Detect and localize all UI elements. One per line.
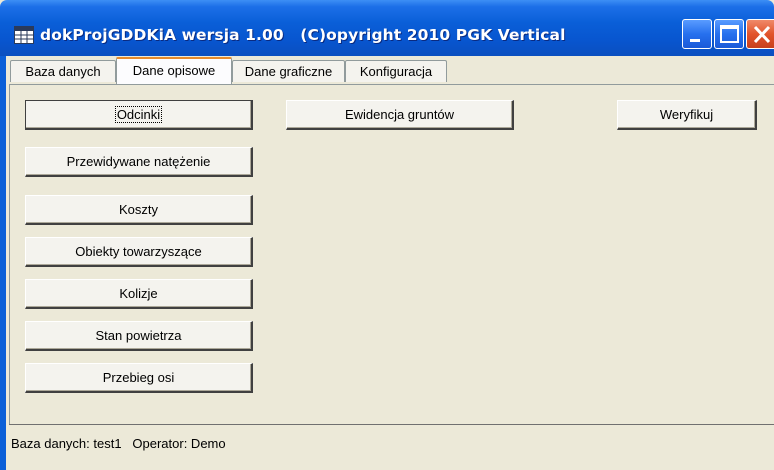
koszty-button[interactable]: Koszty [25,195,253,225]
maximize-icon [720,25,739,43]
weryfikuj-button[interactable]: Weryfikuj [617,100,757,130]
odcinki-button[interactable]: Odcinki [25,100,253,130]
status-bar: Baza danych: test1 Operator: Demo [9,424,774,470]
tab-dane-graficzne[interactable]: Dane graficzne [232,60,345,82]
grid-window-icon[interactable] [14,26,34,44]
tab-konfiguracja[interactable]: Konfiguracja [345,60,447,82]
tab-baza-danych[interactable]: Baza danych [10,60,116,82]
minimize-icon [690,39,700,42]
tab-dane-opisowe[interactable]: Dane opisowe [116,57,232,84]
kolizje-button[interactable]: Kolizje [25,279,253,309]
ewidencja-gruntow-button[interactable]: Ewidencja gruntów [286,100,514,130]
tab-strip: Baza danych Dane opisowe Dane graficzne … [8,56,774,86]
obiekty-towarzyszace-button[interactable]: Obiekty towarzyszące [25,237,253,267]
minimize-button[interactable] [682,19,712,49]
tab-panel-dane-opisowe: Odcinki Przewidywane natężenie Koszty Ob… [9,84,774,424]
status-text: Baza danych: test1 Operator: Demo [11,436,226,451]
stan-powietrza-button[interactable]: Stan powietrza [25,321,253,351]
close-icon [753,25,771,44]
przewidywane-natezenie-button[interactable]: Przewidywane natężenie [25,147,253,177]
maximize-button[interactable] [714,19,744,49]
title-bar[interactable]: dokProjGDDKiA wersja 1.00 (C)opyright 20… [0,0,774,56]
close-button[interactable] [746,19,774,49]
app-window: dokProjGDDKiA wersja 1.00 (C)opyright 20… [0,0,774,470]
przebieg-osi-button[interactable]: Przebieg osi [25,363,253,393]
window-title: dokProjGDDKiA wersja 1.00 (C)opyright 20… [40,26,566,44]
odcinki-button-label: Odcinki [114,106,163,123]
